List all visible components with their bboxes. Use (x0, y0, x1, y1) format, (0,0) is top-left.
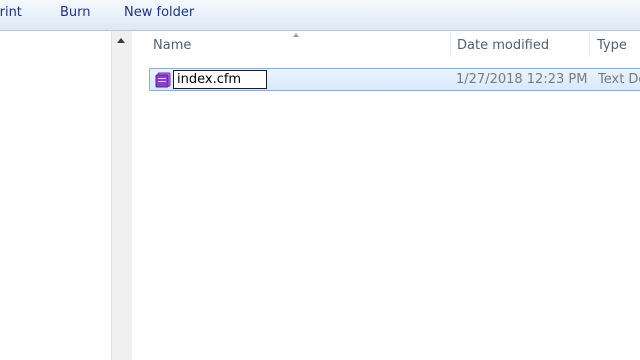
column-header-type[interactable]: Type (597, 38, 627, 54)
column-headers: Name Date modified Type (132, 31, 640, 59)
file-row[interactable]: index.cfm 1/27/2018 12:23 PM Text Do (149, 68, 640, 91)
file-type: Text Do (598, 72, 640, 87)
file-list[interactable]: Name Date modified Type index.cfm 1/27/2… (132, 31, 640, 360)
rename-input[interactable]: index.cfm (173, 70, 267, 89)
file-date-modified: 1/27/2018 12:23 PM (456, 72, 588, 87)
command-bar: Print Burn New folder (0, 0, 640, 31)
cfm-file-icon (155, 72, 171, 88)
print-button[interactable]: Print (0, 5, 22, 21)
scroll-up-arrow-icon[interactable] (117, 38, 125, 43)
new-folder-button[interactable]: New folder (124, 5, 194, 21)
navigation-pane[interactable] (0, 31, 111, 360)
column-header-date-modified[interactable]: Date modified (457, 38, 549, 54)
navigation-pane-scrollbar[interactable] (111, 31, 133, 360)
column-divider[interactable] (450, 33, 451, 57)
column-divider[interactable] (589, 33, 590, 57)
column-header-name[interactable]: Name (153, 38, 191, 54)
sort-ascending-icon (293, 33, 299, 37)
burn-button[interactable]: Burn (60, 5, 91, 21)
